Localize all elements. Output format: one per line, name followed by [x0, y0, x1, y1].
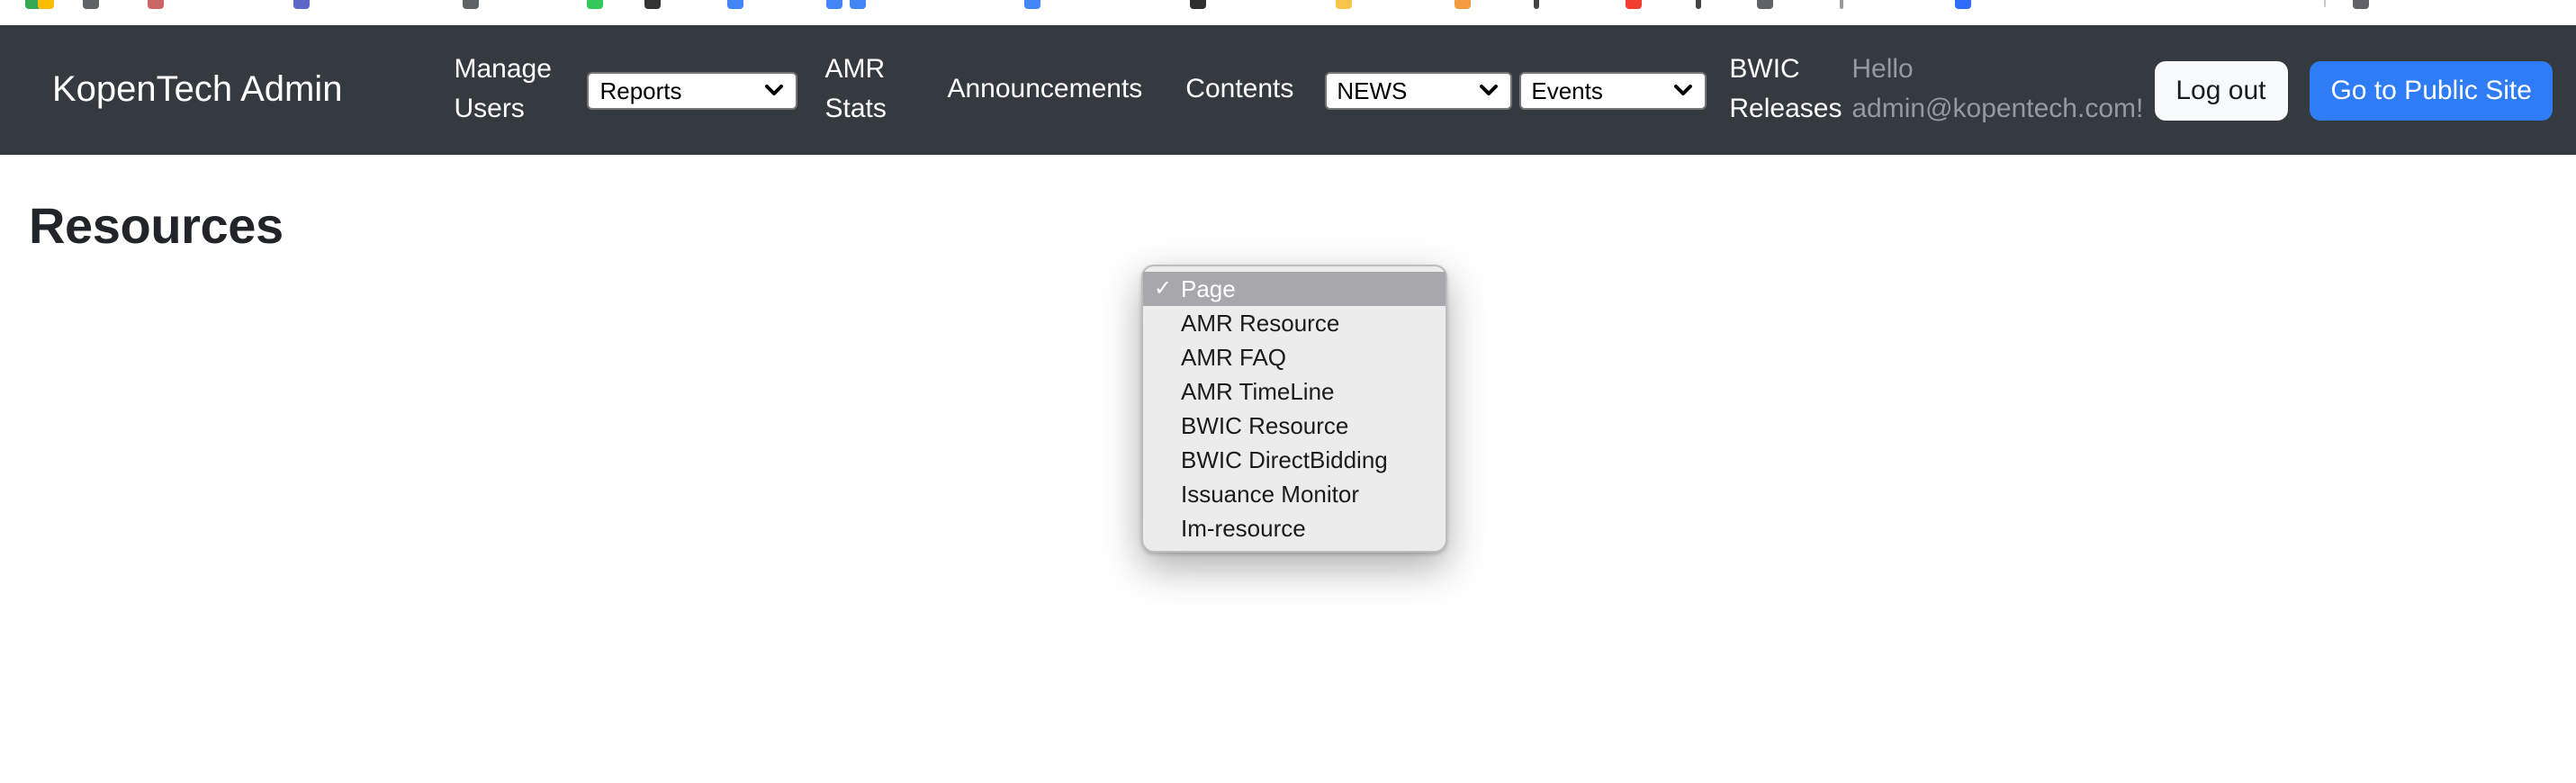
menu-item-amr-resource[interactable]: AMR Resource — [1143, 306, 1446, 340]
nav-amr-stats[interactable]: AMR Stats — [824, 50, 904, 130]
favicon-red-square[interactable] — [1626, 0, 1642, 9]
resource-type-menu: ✓ Page AMR Resource AMR FAQ AMR TimeLine… — [1141, 265, 1447, 553]
favicon-black-dot[interactable] — [644, 0, 661, 9]
favicon-green-dot[interactable] — [587, 0, 603, 9]
favicon-gray-block[interactable] — [463, 0, 479, 9]
menu-item-issuance-monitor[interactable]: Issuance Monitor — [1143, 477, 1446, 511]
favicon-thin-dark-2[interactable] — [1696, 0, 1701, 9]
favicon-blue-w-right[interactable] — [850, 0, 866, 9]
top-navbar: KopenTech Admin Manage Users Reports AMR… — [0, 25, 2576, 155]
menu-item-bwic-resource[interactable]: BWIC Resource — [1143, 409, 1446, 443]
menu-item-label: AMR Resource — [1181, 310, 1339, 337]
favicon-yellow-bar[interactable] — [38, 0, 54, 9]
menu-item-page[interactable]: ✓ Page — [1143, 272, 1446, 306]
favicon-purple-flag[interactable] — [293, 0, 310, 9]
favicon-blue-w-left[interactable] — [826, 0, 842, 9]
nav-announcements[interactable]: Announcements — [947, 70, 1142, 110]
menu-item-label: Issuance Monitor — [1181, 481, 1359, 508]
bookmark-separator[interactable] — [2324, 0, 2326, 7]
admin-page: KopenTech Admin Manage Users Reports AMR… — [0, 0, 2576, 783]
chevron-down-icon — [1673, 85, 1691, 95]
app-brand[interactable]: KopenTech Admin — [52, 69, 342, 111]
favicon-blue-drop-2[interactable] — [1024, 0, 1040, 9]
chevron-down-icon — [1479, 85, 1497, 95]
nav-manage-users[interactable]: Manage Users — [454, 50, 558, 130]
favicon-yellow-grid[interactable] — [1336, 0, 1352, 9]
favicon-dark-glyph[interactable] — [83, 0, 99, 9]
favicon-thin-dark[interactable] — [1534, 0, 1539, 9]
user-greeting: Hello admin@kopentech.com! — [1851, 50, 2139, 130]
menu-item-label: Page — [1181, 275, 1236, 302]
chevron-down-icon — [765, 85, 783, 95]
menu-item-label: AMR FAQ — [1181, 344, 1286, 371]
logout-button[interactable]: Log out — [2154, 60, 2287, 120]
favicon-blue-drop[interactable] — [727, 0, 743, 9]
check-icon: ✓ — [1154, 272, 1172, 306]
reports-select[interactable]: Reports — [587, 71, 797, 109]
favicon-dark-grid[interactable] — [1190, 0, 1206, 9]
favicon-red-outline[interactable] — [148, 0, 164, 9]
reports-select-value: Reports — [599, 76, 681, 104]
favicon-orange-double[interactable] — [1455, 0, 1471, 9]
menu-item-label: BWIC DirectBidding — [1181, 446, 1388, 473]
favicon-blue-w-2[interactable] — [1955, 0, 1971, 9]
events-select-value: Events — [1531, 76, 1603, 104]
menu-item-label: AMR TimeLine — [1181, 378, 1335, 405]
favicon-gray-block-3[interactable] — [2353, 0, 2369, 9]
menu-item-bwic-directbidding[interactable]: BWIC DirectBidding — [1143, 443, 1446, 477]
favicon-thin-line[interactable] — [1840, 0, 1843, 9]
nav-contents[interactable]: Contents — [1185, 70, 1293, 110]
page-title: Resources — [0, 198, 2576, 256]
menu-item-amr-faq[interactable]: AMR FAQ — [1143, 340, 1446, 374]
events-select[interactable]: Events — [1518, 71, 1706, 109]
go-to-public-site-button[interactable]: Go to Public Site — [2309, 60, 2553, 120]
browser-bookmarks-strip — [0, 0, 2576, 25]
favicon-gray-block-2[interactable] — [1757, 0, 1773, 9]
menu-item-amr-timeline[interactable]: AMR TimeLine — [1143, 374, 1446, 409]
menu-item-label: BWIC Resource — [1181, 412, 1348, 439]
nav-bwic-releases[interactable]: BWIC Releases — [1729, 50, 1851, 130]
menu-item-im-resource[interactable]: Im-resource — [1143, 511, 1446, 545]
news-select[interactable]: NEWS — [1324, 71, 1511, 109]
menu-item-label: Im-resource — [1181, 515, 1306, 542]
news-select-value: NEWS — [1337, 76, 1407, 104]
